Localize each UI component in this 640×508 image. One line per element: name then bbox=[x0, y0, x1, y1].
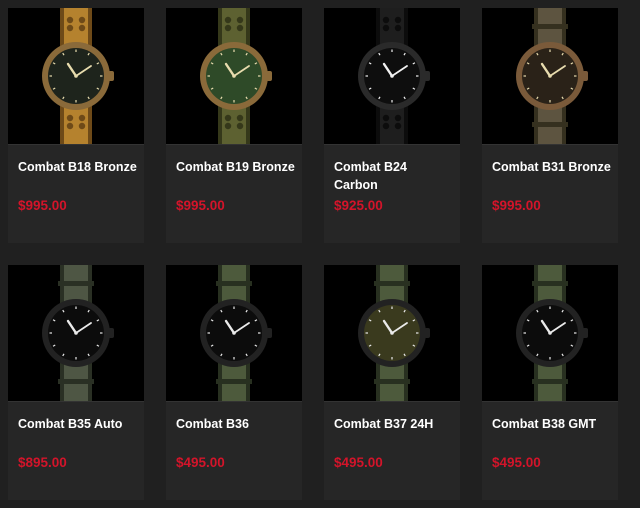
card-divider bbox=[166, 144, 302, 145]
product-name[interactable]: Combat B19 Bronze bbox=[176, 158, 296, 176]
card-divider bbox=[8, 144, 144, 145]
card-divider bbox=[482, 401, 618, 402]
product-grid: Combat B18 Bronze $995.00 Combat B19 Bro… bbox=[0, 0, 640, 508]
watch-image[interactable] bbox=[482, 265, 618, 401]
watch-illustration bbox=[358, 265, 430, 401]
product-name[interactable]: Combat B38 GMT bbox=[492, 415, 612, 433]
product-card[interactable]: Combat B35 Auto $895.00 bbox=[8, 265, 144, 500]
card-divider bbox=[8, 401, 144, 402]
product-card[interactable]: Combat B38 GMT $495.00 bbox=[482, 265, 618, 500]
product-card[interactable]: Combat B19 Bronze $995.00 bbox=[166, 8, 302, 243]
product-name[interactable]: Combat B36 bbox=[176, 415, 296, 433]
watch-illustration bbox=[516, 8, 588, 144]
watch-illustration bbox=[358, 8, 430, 144]
product-card[interactable]: Combat B37 24H $495.00 bbox=[324, 265, 460, 500]
watch-image[interactable] bbox=[324, 265, 460, 401]
watch-image[interactable] bbox=[324, 8, 460, 144]
product-name[interactable]: Combat B18 Bronze bbox=[18, 158, 138, 176]
watch-illustration bbox=[42, 8, 114, 144]
product-price: $995.00 bbox=[18, 198, 67, 213]
watch-image[interactable] bbox=[482, 8, 618, 144]
watch-illustration bbox=[42, 265, 114, 401]
product-price: $925.00 bbox=[334, 198, 383, 213]
product-card[interactable]: Combat B24 Carbon $925.00 bbox=[324, 8, 460, 243]
product-name[interactable]: Combat B31 Bronze bbox=[492, 158, 612, 176]
product-price: $995.00 bbox=[176, 198, 225, 213]
product-name[interactable]: Combat B24 Carbon bbox=[334, 158, 454, 194]
watch-illustration bbox=[200, 265, 272, 401]
watch-illustration bbox=[516, 265, 588, 401]
watch-image[interactable] bbox=[8, 265, 144, 401]
product-card[interactable]: Combat B36 $495.00 bbox=[166, 265, 302, 500]
product-price: $995.00 bbox=[492, 198, 541, 213]
watch-image[interactable] bbox=[166, 8, 302, 144]
product-price: $895.00 bbox=[18, 455, 67, 470]
card-divider bbox=[324, 144, 460, 145]
product-price: $495.00 bbox=[176, 455, 225, 470]
watch-image[interactable] bbox=[166, 265, 302, 401]
watch-image[interactable] bbox=[8, 8, 144, 144]
product-name[interactable]: Combat B37 24H bbox=[334, 415, 454, 433]
product-card[interactable]: Combat B18 Bronze $995.00 bbox=[8, 8, 144, 243]
watch-illustration bbox=[200, 8, 272, 144]
product-name[interactable]: Combat B35 Auto bbox=[18, 415, 138, 433]
product-price: $495.00 bbox=[492, 455, 541, 470]
card-divider bbox=[324, 401, 460, 402]
card-divider bbox=[482, 144, 618, 145]
product-card[interactable]: Combat B31 Bronze $995.00 bbox=[482, 8, 618, 243]
product-price: $495.00 bbox=[334, 455, 383, 470]
card-divider bbox=[166, 401, 302, 402]
